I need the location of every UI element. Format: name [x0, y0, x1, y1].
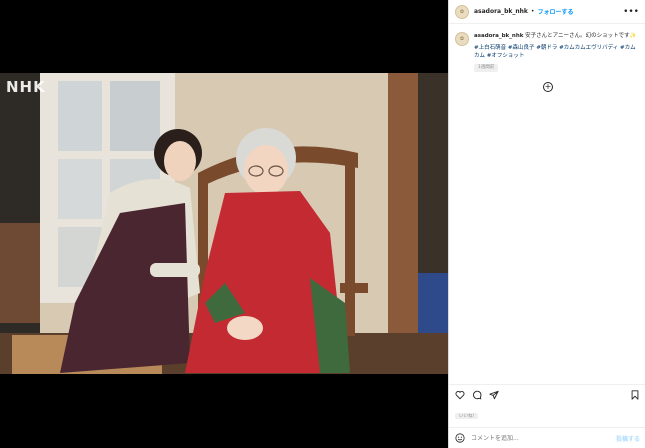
comment-bar: 投稿する	[449, 427, 645, 448]
emoji-icon[interactable]	[455, 433, 465, 443]
caption-avatar[interactable]: ✿	[455, 32, 469, 46]
post-photo[interactable]: NHK	[0, 73, 448, 374]
send-icon[interactable]	[489, 390, 499, 400]
caption-hashtags[interactable]: #上白石萌音 #森山良子 #朝ドラ #カムカムエヴリバディ #カムカム #オフシ…	[474, 44, 639, 60]
action-bar	[449, 384, 645, 404]
bookmark-icon[interactable]	[630, 389, 640, 400]
post-side-panel: ✿ asadora_bk_nhk • フォローする ••• ✿ asadora_…	[448, 0, 645, 448]
separator-dot: •	[530, 8, 535, 15]
post-comment-button[interactable]: 投稿する	[616, 434, 640, 443]
follow-button[interactable]: フォローする	[537, 7, 573, 16]
caption-text: 安子さんとアニーさん。幻のショットです✨	[525, 33, 637, 39]
more-options-icon[interactable]: •••	[623, 7, 639, 17]
caption: ✿ asadora_bk_nhk 安子さんとアニーさん。幻のショットです✨ #上…	[449, 24, 645, 72]
post-media: NHK	[0, 0, 448, 448]
plus-circle-icon[interactable]: +	[543, 82, 553, 92]
caption-timestamp: 1週間前	[474, 64, 499, 72]
caption-body: asadora_bk_nhk 安子さんとアニーさん。幻のショットです✨ #上白石…	[474, 32, 639, 72]
likes-count[interactable]: いいね!	[455, 413, 479, 419]
comment-icon[interactable]	[472, 390, 482, 400]
post-header: ✿ asadora_bk_nhk • フォローする •••	[449, 0, 645, 24]
comment-input[interactable]	[471, 434, 616, 442]
username-link[interactable]: asadora_bk_nhk	[474, 8, 528, 15]
heart-icon[interactable]	[455, 390, 465, 400]
photo-illustration	[0, 73, 448, 374]
nhk-watermark: NHK	[6, 78, 46, 96]
avatar[interactable]: ✿	[455, 4, 469, 19]
caption-username[interactable]: asadora_bk_nhk	[474, 33, 523, 39]
